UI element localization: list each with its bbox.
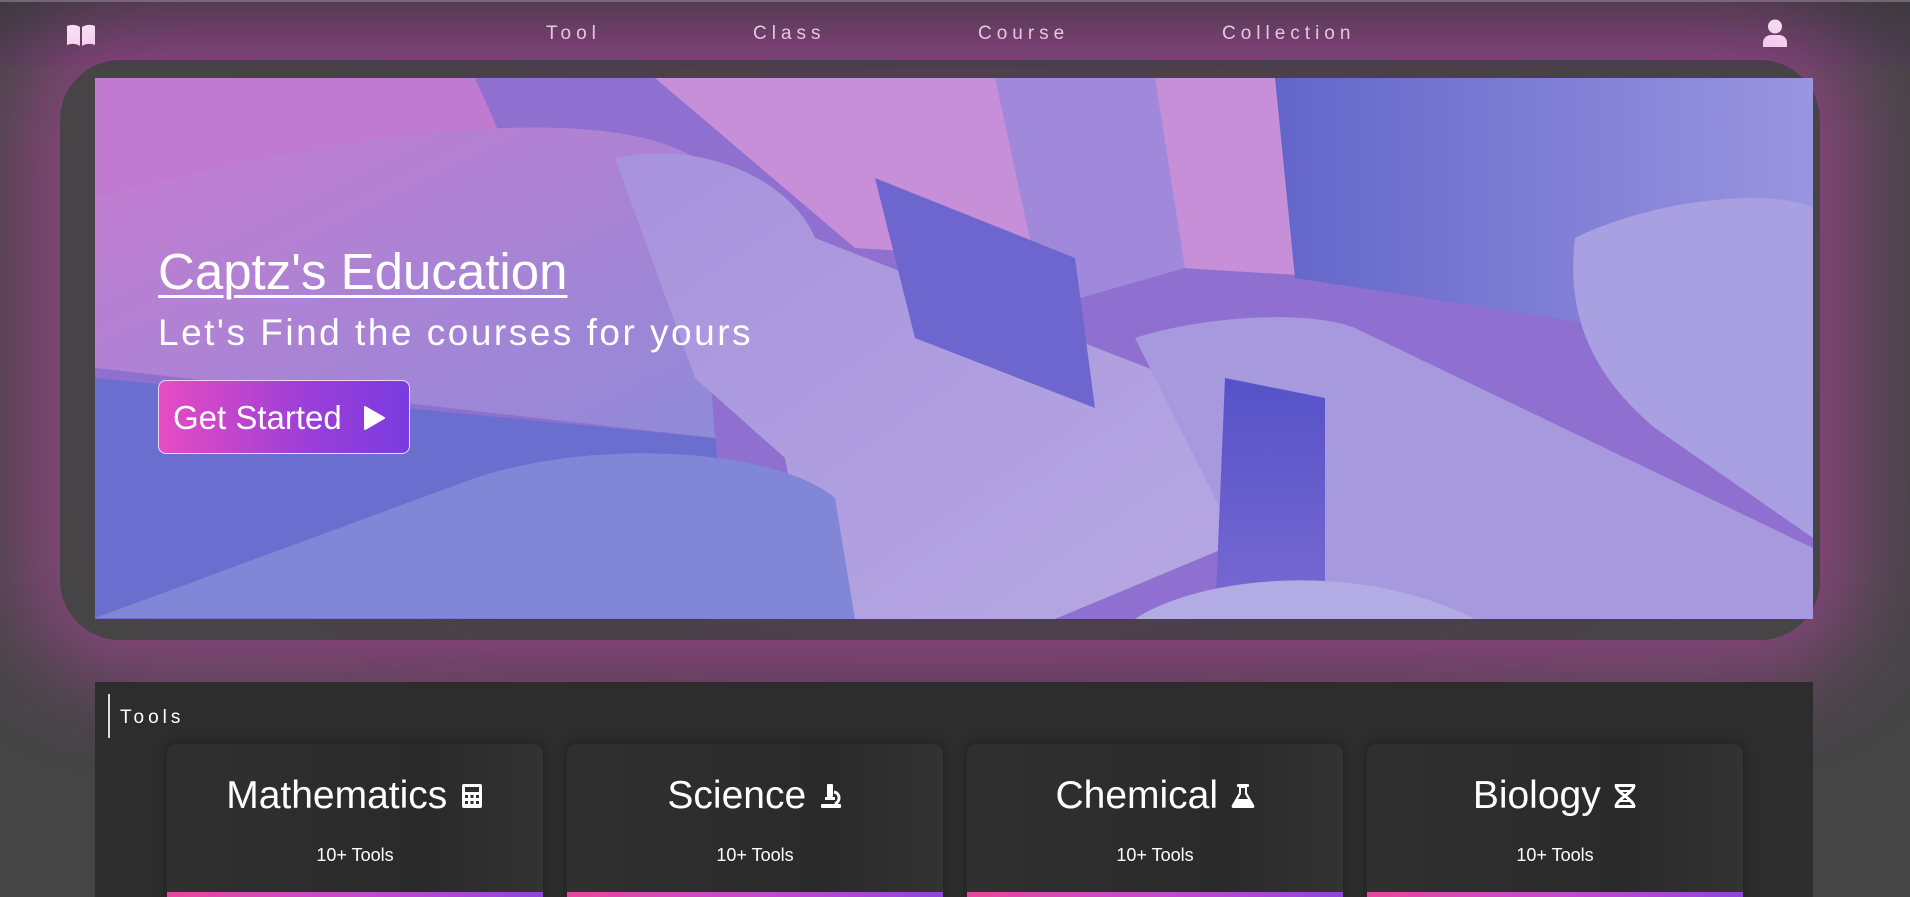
user-icon[interactable]	[1763, 19, 1787, 47]
card-count: 10+ Tools	[1516, 845, 1594, 865]
tool-card-mathematics[interactable]: Mathematics 10+ Tools	[167, 744, 543, 897]
top-navbar: Tool Class Course Collection	[0, 0, 1910, 66]
card-accent-bar	[967, 892, 1343, 897]
nav-collection[interactable]: Collection	[1222, 23, 1355, 45]
card-accent-bar	[1367, 892, 1743, 897]
card-accent-bar	[167, 892, 543, 897]
hero-banner: Captz's Education Let's Find the courses…	[95, 78, 1813, 619]
card-title: Mathematics	[226, 774, 448, 817]
tool-card-science[interactable]: Science 10+ Tools	[567, 744, 943, 897]
card-title: Biology	[1472, 774, 1601, 817]
dna-icon	[1614, 784, 1636, 808]
calculator-icon	[461, 784, 482, 808]
page: Tool Class Course Collection Captz's Edu…	[0, 0, 1910, 897]
card-count: 10+ Tools	[716, 845, 794, 865]
tools-heading-divider	[108, 694, 110, 738]
get-started-button[interactable]: Get Started	[158, 380, 410, 454]
card-title: Chemical	[1055, 774, 1219, 817]
tools-section: Tools Mathematics 10+ Tools Science 10+ …	[95, 682, 1813, 897]
card-title: Science	[667, 774, 807, 817]
card-accent-bar	[567, 892, 943, 897]
hero-subtitle: Let's Find the courses for yours	[158, 312, 754, 353]
book-icon[interactable]	[66, 24, 96, 46]
nav-course[interactable]: Course	[978, 23, 1069, 45]
hero-title[interactable]: Captz's Education	[158, 242, 567, 301]
tool-card-biology[interactable]: Biology 10+ Tools	[1367, 744, 1743, 897]
nav-tool[interactable]: Tool	[546, 23, 601, 45]
tools-heading: Tools	[120, 707, 185, 728]
tool-card-chemical[interactable]: Chemical 10+ Tools	[967, 744, 1343, 897]
card-count: 10+ Tools	[1116, 845, 1194, 865]
get-started-label: Get Started	[173, 399, 342, 436]
play-icon	[364, 406, 385, 430]
microscope-icon	[820, 784, 841, 808]
nav-class[interactable]: Class	[753, 23, 826, 45]
flask-icon	[1231, 784, 1254, 808]
card-count: 10+ Tools	[316, 845, 394, 865]
